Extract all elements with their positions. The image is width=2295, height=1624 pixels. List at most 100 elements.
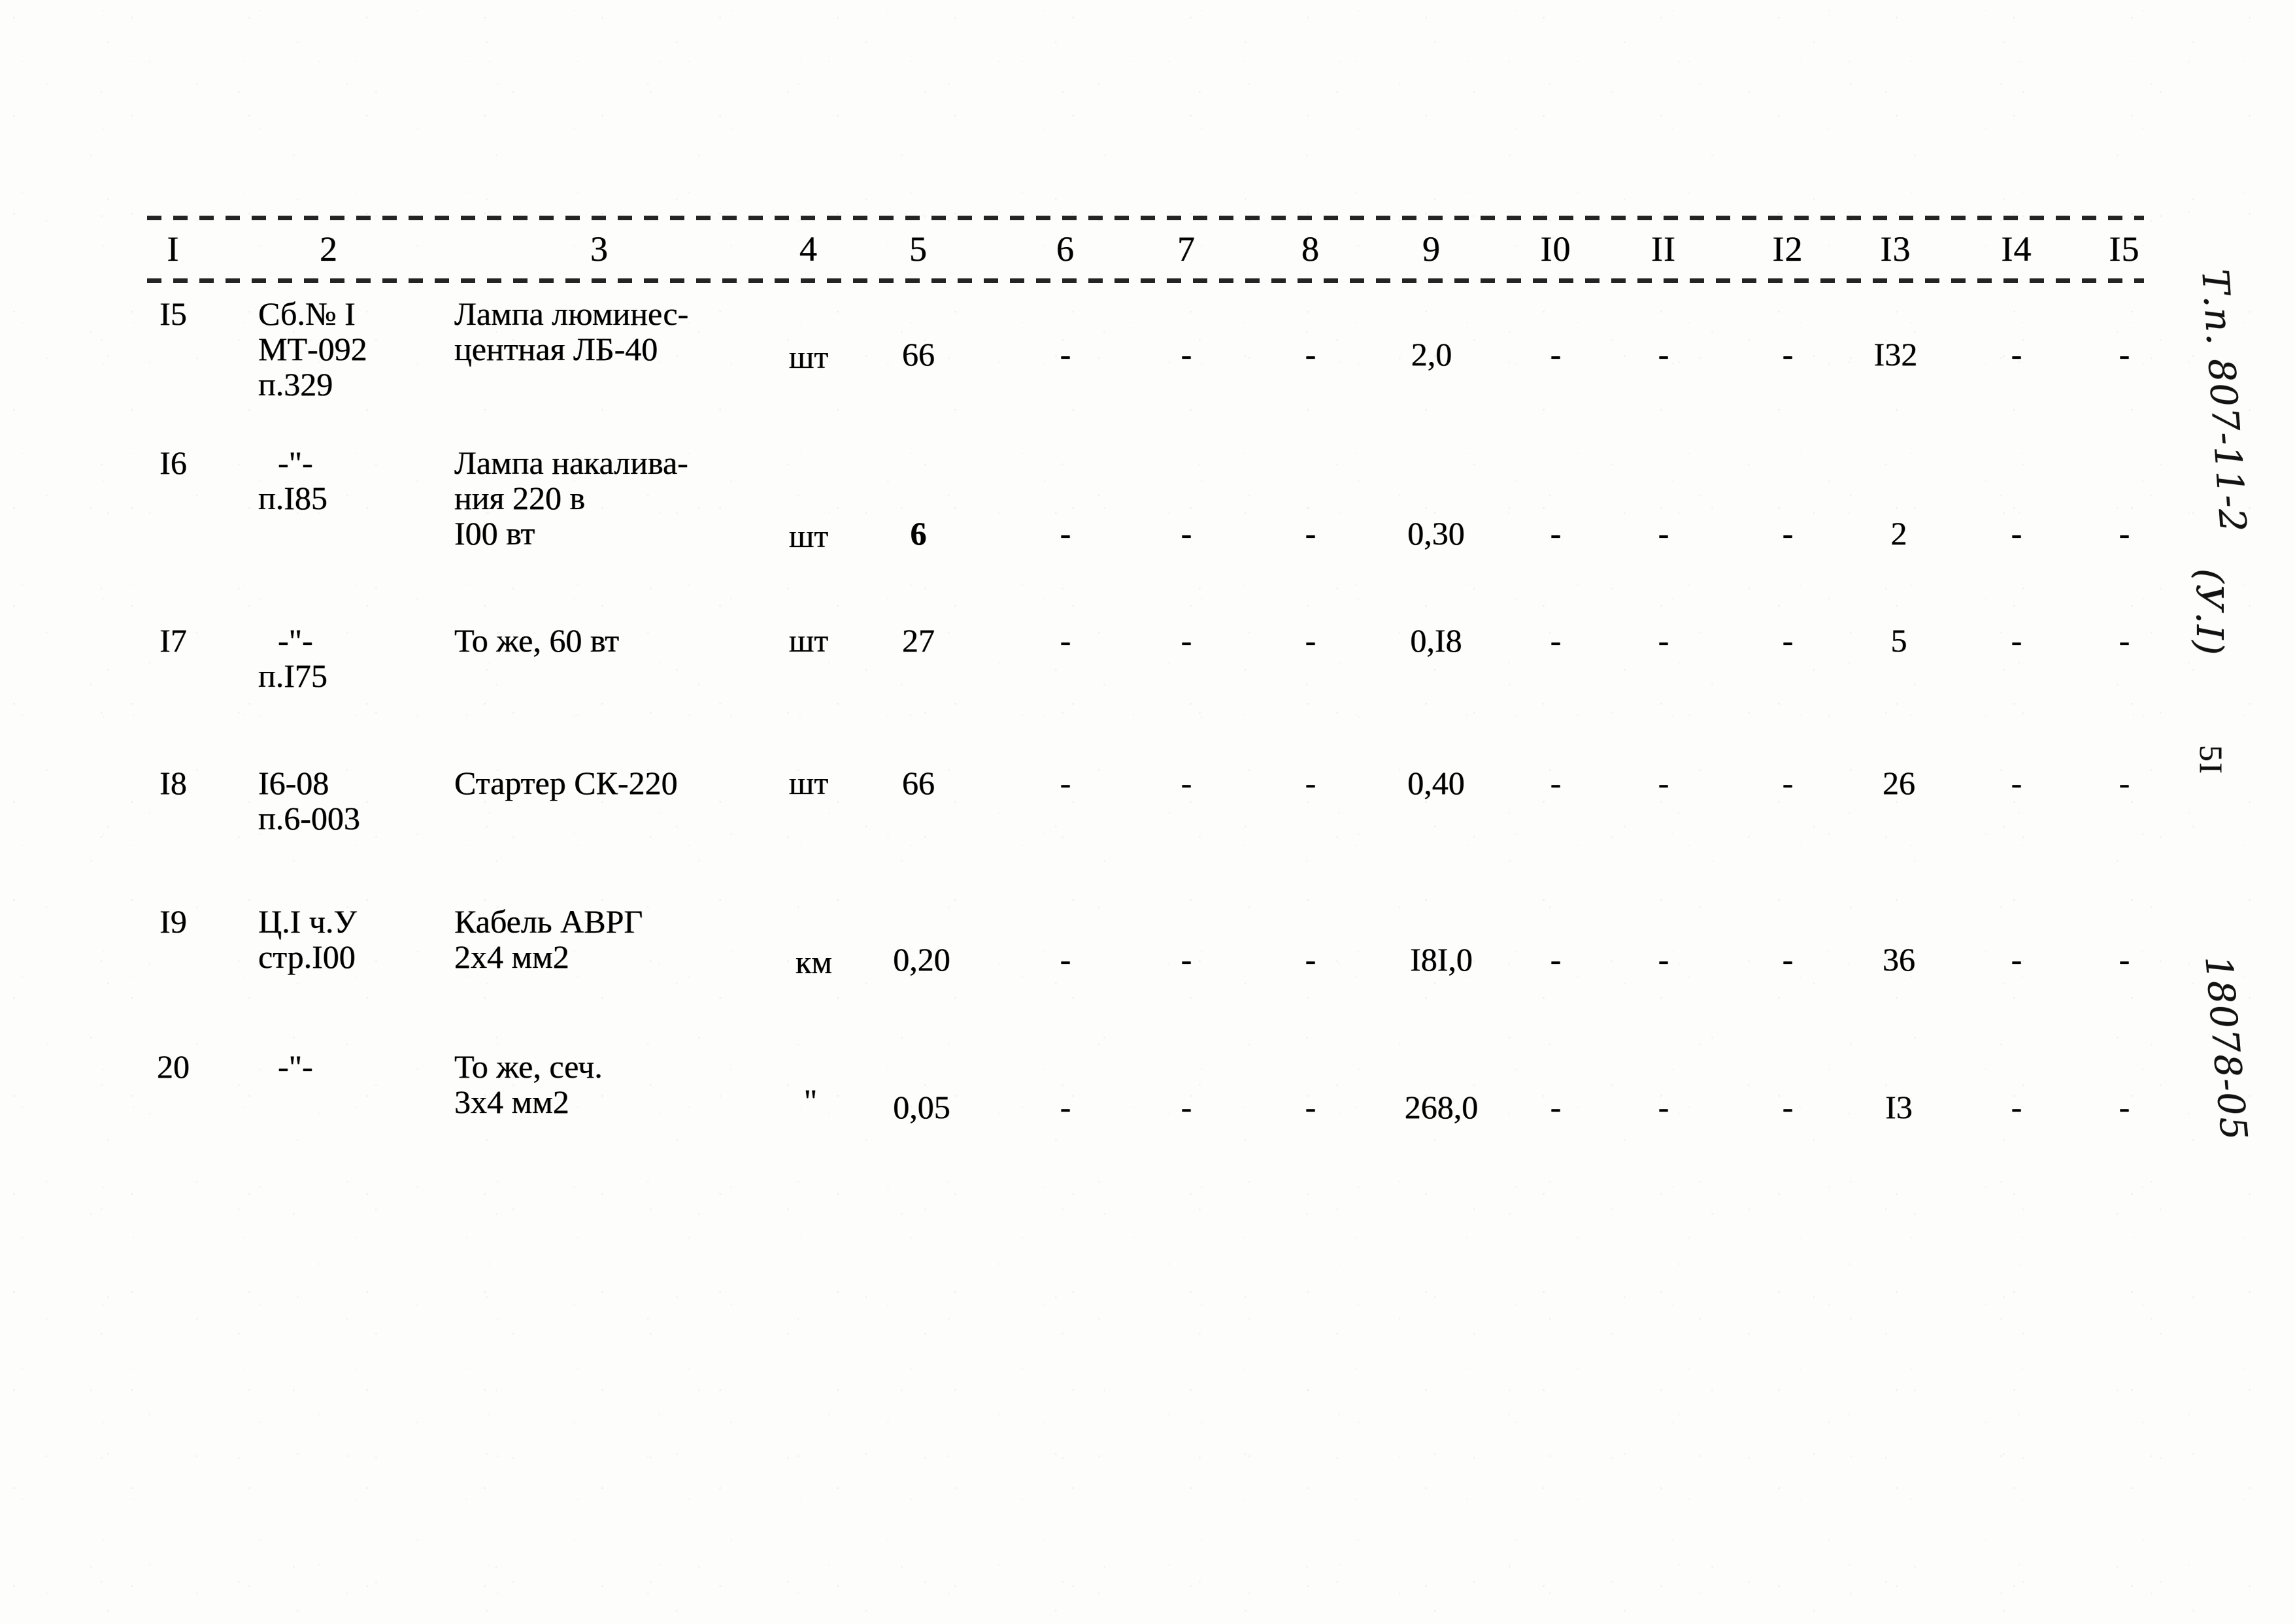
row-col-5: 66	[902, 765, 935, 801]
row-col-14: -	[2011, 1089, 2022, 1125]
row-code-line-2: стр.I00	[258, 938, 356, 975]
table-rule-bottom	[147, 278, 2144, 283]
row-col-12: -	[1782, 622, 1794, 659]
row-name-line-2: 3х4 мм2	[454, 1084, 569, 1120]
row-col-8: -	[1305, 336, 1316, 373]
column-header-5: 5	[909, 229, 928, 269]
column-header-14: I4	[2001, 229, 2032, 269]
row-code-line-1: -"-	[278, 1048, 313, 1085]
row-code-line-1: I6-08	[258, 765, 329, 801]
row-code-line-1: Сб.№ I	[258, 295, 356, 332]
table-row: I9 Ц.I ч.У стр.I00 Кабель АВРГ 2х4 мм2 к…	[147, 902, 2144, 1013]
table-row: I6 -"- п.I85 Лампа накалива- ния 220 в I…	[147, 443, 2144, 587]
row-unit: "	[803, 1082, 818, 1119]
column-header-15: I5	[2109, 229, 2140, 269]
row-name-line-2: центная ЛБ-40	[454, 331, 658, 367]
row-unit: км	[796, 944, 832, 980]
row-col-12: -	[1782, 515, 1794, 552]
row-number: I5	[159, 295, 187, 332]
row-col-13: 5	[1890, 622, 1907, 659]
row-col-9: 0,30	[1407, 515, 1465, 552]
column-header-11: II	[1651, 229, 1676, 269]
row-name-line-2: ния 220 в	[454, 480, 586, 516]
column-header-10: I0	[1540, 229, 1571, 269]
row-col-13: 2	[1890, 515, 1907, 552]
row-col-11: -	[1658, 622, 1669, 659]
row-number: I7	[159, 622, 187, 659]
row-col-10: -	[1550, 1089, 1562, 1125]
scanned-page: I 2 3 4 5 6 7 8 9 I0 II I2 I3 I4 I5 I5 С…	[0, 0, 2295, 1624]
stamp-archive-number: 18078-05	[2196, 954, 2255, 1143]
row-col-6: -	[1060, 941, 1071, 978]
stamp-project-code: Т.п. 807-11-2	[2193, 268, 2254, 535]
row-col-6: -	[1060, 515, 1071, 552]
row-col-12: -	[1782, 336, 1794, 373]
row-col-5: 27	[902, 622, 935, 659]
row-name-line-1: Лампа люминес-	[454, 295, 689, 332]
row-col-6: -	[1060, 765, 1071, 801]
row-col-14: -	[2011, 515, 2022, 552]
row-code-line-1: -"-	[278, 444, 313, 481]
row-name-line-1: То же, сеч.	[454, 1048, 603, 1085]
row-name-line-1: Кабель АВРГ	[454, 903, 643, 940]
row-col-5: 0,05	[893, 1089, 950, 1125]
row-col-15: -	[2119, 1089, 2130, 1125]
row-col-7: -	[1181, 765, 1192, 801]
row-col-8: -	[1305, 765, 1316, 801]
row-name-line-2: 2х4 мм2	[454, 938, 569, 975]
row-code-line-1: Ц.I ч.У	[258, 903, 357, 940]
column-header-2: 2	[320, 229, 338, 269]
table-row: I7 -"- п.I75 То же, 60 вт шт 27 - - - 0,…	[147, 621, 2144, 725]
row-col-6: -	[1060, 336, 1071, 373]
row-code-line-3: п.329	[258, 366, 333, 403]
row-col-8: -	[1305, 1089, 1316, 1125]
row-col-7: -	[1181, 336, 1192, 373]
row-col-15: -	[2119, 622, 2130, 659]
row-unit: шт	[788, 765, 829, 801]
row-code-line-2: п.I75	[258, 657, 327, 694]
row-name-line-1: Лампа накалива-	[454, 444, 688, 481]
table-rule-top	[147, 216, 2144, 220]
row-unit: шт	[788, 518, 829, 554]
row-col-8: -	[1305, 515, 1316, 552]
row-col-11: -	[1658, 336, 1669, 373]
row-col-10: -	[1550, 765, 1562, 801]
row-col-10: -	[1550, 336, 1562, 373]
row-col-12: -	[1782, 1089, 1794, 1125]
column-header-4: 4	[799, 229, 818, 269]
row-col-9: 0,I8	[1410, 622, 1462, 659]
row-name-line-1: То же, 60 вт	[454, 622, 620, 659]
table-header-row: I 2 3 4 5 6 7 8 9 I0 II I2 I3 I4 I5	[147, 221, 2144, 277]
row-number: I9	[159, 903, 187, 940]
row-col-10: -	[1550, 622, 1562, 659]
row-col-6: -	[1060, 1089, 1071, 1125]
row-col-9: 2,0	[1411, 336, 1452, 373]
row-col-15: -	[2119, 941, 2130, 978]
row-col-12: -	[1782, 765, 1794, 801]
row-col-13: I32	[1873, 336, 1918, 373]
row-col-5: 0,20	[893, 941, 950, 978]
row-col-14: -	[2011, 941, 2022, 978]
column-header-1: I	[167, 229, 180, 269]
column-header-6: 6	[1056, 229, 1075, 269]
page-number: 5I	[2193, 745, 2230, 775]
row-col-13: I3	[1885, 1089, 1913, 1125]
row-unit: шт	[788, 339, 829, 375]
row-number: 20	[157, 1048, 190, 1085]
table-row: I8 I6-08 п.6-003 Стартер СК-220 шт 66 - …	[147, 763, 2144, 868]
row-col-7: -	[1181, 622, 1192, 659]
column-header-3: 3	[590, 229, 609, 269]
column-header-12: I2	[1772, 229, 1803, 269]
row-col-13: 26	[1883, 765, 1915, 801]
row-col-8: -	[1305, 941, 1316, 978]
row-col-15: -	[2119, 515, 2130, 552]
row-col-9: 0,40	[1407, 765, 1465, 801]
row-col-7: -	[1181, 515, 1192, 552]
row-col-10: -	[1550, 515, 1562, 552]
row-unit: шт	[788, 622, 829, 659]
row-col-14: -	[2011, 765, 2022, 801]
row-col-9: I8I,0	[1410, 941, 1473, 978]
row-col-15: -	[2119, 336, 2130, 373]
row-col-11: -	[1658, 941, 1669, 978]
row-col-9: 268,0	[1404, 1089, 1479, 1125]
